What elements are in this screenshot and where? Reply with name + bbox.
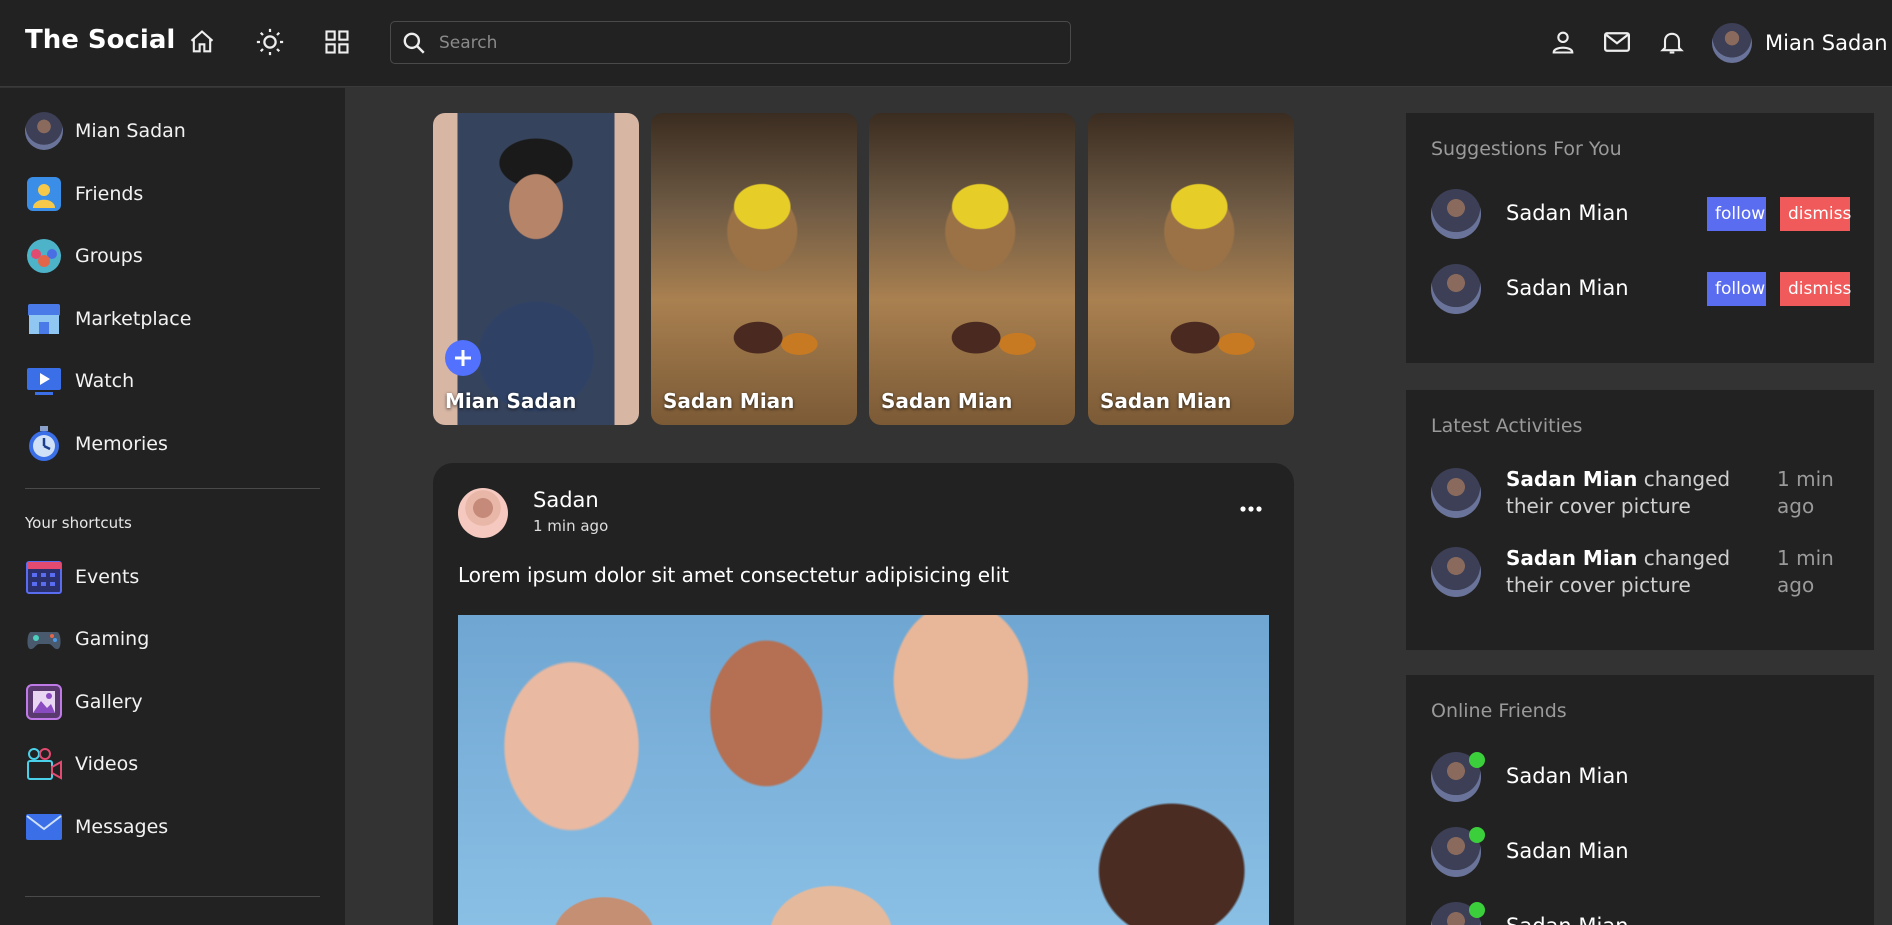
sidebar-item-label: Mian Sadan <box>75 120 186 142</box>
suggested-user-name[interactable]: Sadan Mian <box>1506 276 1629 300</box>
sidebar-item-profile[interactable]: Mian Sadan <box>25 111 186 151</box>
story-card[interactable]: Sadan Mian <box>651 113 857 425</box>
theme-toggle-icon[interactable] <box>255 27 285 57</box>
story-card[interactable]: Sadan Mian <box>1088 113 1294 425</box>
apps-grid-icon[interactable] <box>322 27 352 57</box>
post-card: Sadan 1 min ago Lorem ipsum dolor sit am… <box>433 463 1294 925</box>
story-name: Sadan Mian <box>881 389 1013 413</box>
avatar <box>25 112 63 150</box>
mail-icon[interactable] <box>1602 27 1632 57</box>
memories-icon <box>25 425 63 463</box>
sidebar-divider <box>25 896 320 897</box>
gaming-icon <box>25 620 63 658</box>
sidebar-item-watch[interactable]: Watch <box>25 361 134 401</box>
gallery-icon <box>25 683 63 721</box>
sidebar-item-label: Friends <box>75 183 144 205</box>
story-card-own[interactable]: Mian Sadan <box>433 113 639 425</box>
sidebar-item-label: Watch <box>75 370 135 392</box>
groups-icon <box>25 237 63 275</box>
sidebar-item-label: Groups <box>75 245 143 267</box>
story-name: Sadan Mian <box>1100 389 1232 413</box>
sidebar-item-label: Messages <box>75 816 169 838</box>
search-icon[interactable] <box>401 30 427 56</box>
sidebar-item-gallery[interactable]: Gallery <box>25 682 143 722</box>
sidebar-item-label: Memories <box>75 433 168 455</box>
home-icon[interactable] <box>187 27 217 57</box>
avatar[interactable] <box>1431 264 1481 314</box>
activity-time: 1 min ago <box>1777 467 1834 518</box>
sidebar-item-friends[interactable]: Friends <box>25 174 143 214</box>
suggestions-panel: Suggestions For You Sadan Mian follow di… <box>1406 113 1874 363</box>
suggestions-title: Suggestions For You <box>1431 138 1622 160</box>
profile-icon[interactable] <box>1548 27 1578 57</box>
avatar[interactable] <box>1431 189 1481 239</box>
notifications-bell-icon[interactable] <box>1657 27 1687 57</box>
online-friends-title: Online Friends <box>1431 700 1567 722</box>
post-timestamp: 1 min ago <box>533 517 609 535</box>
online-friends-panel: Online Friends Sadan Mian Sadan Mian Sad… <box>1406 675 1874 925</box>
post-image[interactable] <box>458 615 1269 925</box>
activity-text: Sadan Mian changed their cover picture <box>1506 466 1776 520</box>
search-input[interactable] <box>439 28 1059 58</box>
events-icon <box>25 558 63 596</box>
nav-user-profile[interactable]: Mian Sadan <box>1712 23 1888 63</box>
suggested-user-name[interactable]: Sadan Mian <box>1506 201 1629 225</box>
activity-time: 1 min ago <box>1777 546 1834 597</box>
search-bar[interactable] <box>390 21 1071 64</box>
online-friend-name[interactable]: Sadan Mian <box>1506 764 1629 788</box>
sidebar-item-memories[interactable]: Memories <box>25 424 168 464</box>
online-status-indicator <box>1469 752 1485 768</box>
dismiss-button[interactable]: dismiss <box>1780 197 1851 231</box>
sidebar-item-label: Marketplace <box>75 308 192 330</box>
sidebar-item-marketplace[interactable]: Marketplace <box>25 299 191 339</box>
avatar[interactable] <box>1431 547 1481 597</box>
sidebar-divider <box>25 488 320 489</box>
marketplace-icon <box>25 300 63 338</box>
online-status-indicator <box>1469 902 1485 918</box>
friends-icon <box>25 175 63 213</box>
activity-user-name[interactable]: Sadan Mian <box>1506 546 1637 570</box>
online-status-indicator <box>1469 827 1485 843</box>
top-navbar: The Social Mian Sadan <box>0 0 1892 87</box>
add-story-button[interactable] <box>445 340 481 376</box>
watch-icon <box>25 362 63 400</box>
left-sidebar: Mian Sadan Friends Groups Marketplace Wa… <box>0 88 345 925</box>
sidebar-item-groups[interactable]: Groups <box>25 236 143 276</box>
online-friend-name[interactable]: Sadan Mian <box>1506 914 1629 925</box>
story-name: Sadan Mian <box>663 389 795 413</box>
sidebar-item-label: Gallery <box>75 691 143 713</box>
shortcuts-title: Your shortcuts <box>25 514 132 532</box>
nav-user-name: Mian Sadan <box>1765 31 1888 55</box>
sidebar-item-label: Gaming <box>75 628 150 650</box>
activity-text: Sadan Mian changed their cover picture <box>1506 545 1776 599</box>
story-name: Mian Sadan <box>445 389 577 413</box>
sidebar-item-gaming[interactable]: Gaming <box>25 619 149 659</box>
sidebar-item-events[interactable]: Events <box>25 557 139 597</box>
post-author-avatar[interactable] <box>458 488 508 538</box>
sidebar-item-label: Events <box>75 566 140 588</box>
messages-icon <box>25 808 63 846</box>
activities-title: Latest Activities <box>1431 415 1583 437</box>
follow-button[interactable]: follow <box>1707 272 1766 306</box>
sidebar-item-label: Videos <box>75 753 139 775</box>
dismiss-button[interactable]: dismiss <box>1780 272 1851 306</box>
activity-user-name[interactable]: Sadan Mian <box>1506 467 1637 491</box>
avatar <box>1712 23 1752 63</box>
follow-button[interactable]: follow <box>1707 197 1766 231</box>
post-author-name[interactable]: Sadan <box>533 488 599 512</box>
activities-panel: Latest Activities Sadan Mian changed the… <box>1406 390 1874 650</box>
sidebar-item-videos[interactable]: Videos <box>25 744 138 784</box>
videos-icon <box>25 745 63 783</box>
avatar[interactable] <box>1431 468 1481 518</box>
online-friend-name[interactable]: Sadan Mian <box>1506 839 1629 863</box>
story-card[interactable]: Sadan Mian <box>869 113 1075 425</box>
sidebar-item-messages[interactable]: Messages <box>25 807 168 847</box>
app-logo[interactable]: The Social <box>25 25 175 55</box>
post-text: Lorem ipsum dolor sit amet consectetur a… <box>458 563 1010 587</box>
more-options-icon[interactable] <box>1236 499 1266 519</box>
